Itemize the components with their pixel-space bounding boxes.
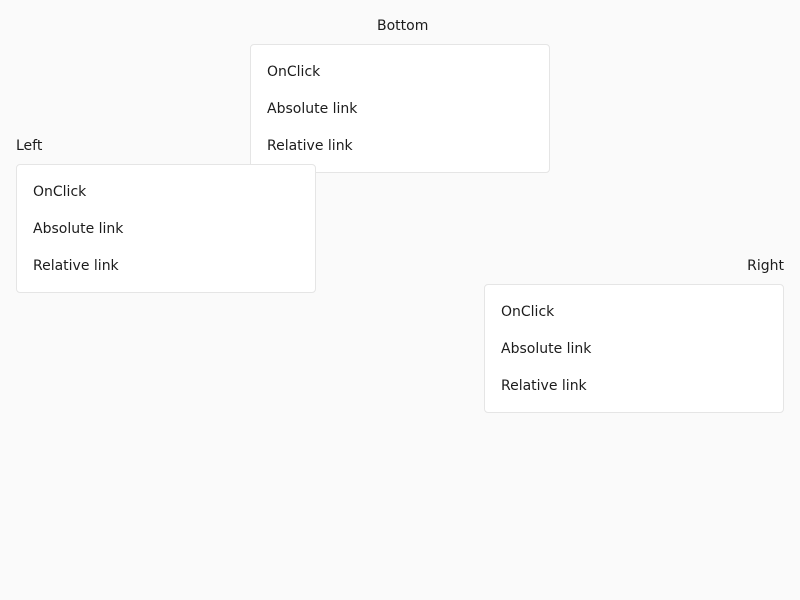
left-menu-item-absolute-link[interactable]: Absolute link [33,219,123,239]
bottom-menu-trigger[interactable]: Bottom [377,16,428,36]
left-menu-dropdown: OnClick Absolute link Relative link [16,164,316,293]
right-menu-item-onclick[interactable]: OnClick [501,302,554,322]
right-menu-trigger[interactable]: Right [747,256,784,276]
bottom-menu-item-onclick[interactable]: OnClick [267,62,320,82]
bottom-menu-item-relative-link[interactable]: Relative link [267,136,353,156]
right-menu-item-absolute-link[interactable]: Absolute link [501,339,591,359]
left-menu-item-relative-link[interactable]: Relative link [33,256,119,276]
left-menu-trigger[interactable]: Left [16,136,42,156]
left-menu-item-onclick[interactable]: OnClick [33,182,86,202]
bottom-menu-dropdown: OnClick Absolute link Relative link [250,44,550,173]
right-menu-item-relative-link[interactable]: Relative link [501,376,587,396]
bottom-menu-item-absolute-link[interactable]: Absolute link [267,99,357,119]
right-menu-dropdown: OnClick Absolute link Relative link [484,284,784,413]
